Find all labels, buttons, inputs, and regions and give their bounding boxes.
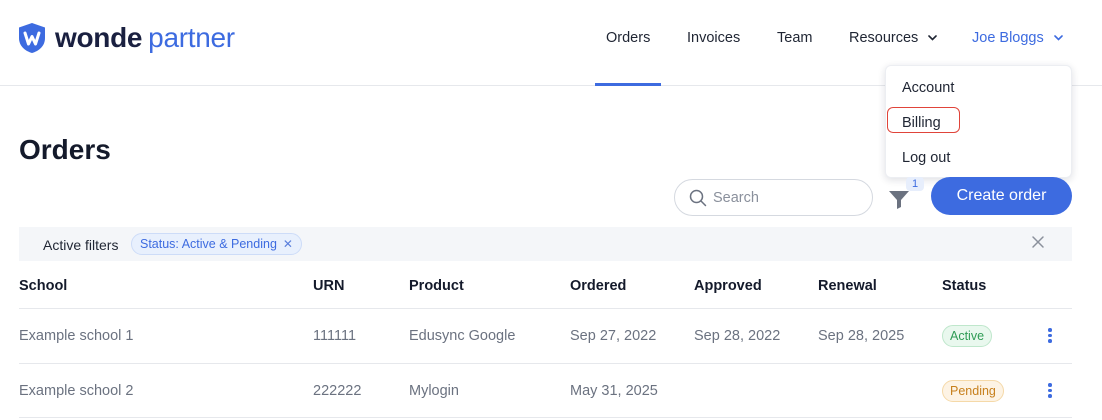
- chevron-down-icon: [928, 35, 938, 41]
- page-title: Orders: [19, 134, 111, 165]
- brand-name: wonde partner: [55, 22, 235, 54]
- column-header-renewal[interactable]: Renewal: [818, 278, 877, 294]
- cell-approved: Sep 28, 2022: [694, 328, 781, 344]
- row-divider: [19, 308, 1072, 309]
- brand-wordmark: wonde: [55, 22, 143, 53]
- status-badge: Active: [942, 325, 993, 347]
- brand-suffix: partner: [148, 22, 235, 53]
- nav-item-resources-label: Resources: [849, 30, 919, 46]
- user-menu[interactable]: Joe Bloggs: [972, 30, 1063, 46]
- search-box[interactable]: [674, 179, 873, 216]
- cell-ordered: May 31, 2025: [570, 383, 658, 399]
- create-order-button[interactable]: Create order: [931, 177, 1072, 215]
- active-filters-bar: Active filters Status: Active & Pending …: [19, 227, 1072, 261]
- nav-item-team[interactable]: Team: [777, 30, 812, 46]
- column-header-ordered[interactable]: Ordered: [570, 278, 626, 294]
- logo[interactable]: wonde partner: [18, 22, 235, 54]
- menu-item-logout[interactable]: Log out: [902, 150, 950, 166]
- row-actions-icon[interactable]: [1046, 328, 1054, 344]
- cell-school: Example school 2: [19, 383, 134, 399]
- cell-product: Mylogin: [409, 383, 459, 399]
- cell-renewal: Sep 28, 2025: [818, 328, 905, 344]
- column-header-urn[interactable]: URN: [313, 278, 344, 294]
- filter-count-badge: 1: [906, 177, 924, 191]
- column-header-approved[interactable]: Approved: [694, 278, 762, 294]
- remove-filter-icon[interactable]: ✕: [283, 234, 293, 254]
- cell-urn: 111111: [313, 328, 357, 344]
- filter-chip-status[interactable]: Status: Active & Pending ✕: [131, 233, 302, 255]
- cell-product: Edusync Google: [409, 328, 516, 344]
- shield-logo-icon: [19, 23, 45, 53]
- search-input[interactable]: [713, 188, 863, 208]
- nav-item-invoices[interactable]: Invoices: [687, 30, 740, 46]
- search-icon: [689, 189, 707, 207]
- filter-chip-label: Status: Active & Pending: [140, 237, 277, 251]
- chevron-down-icon: [1053, 35, 1063, 41]
- menu-item-account[interactable]: Account: [902, 80, 954, 96]
- billing-highlight: [887, 107, 960, 133]
- clear-filters-icon[interactable]: [1031, 235, 1045, 249]
- cell-school: Example school 1: [19, 328, 134, 344]
- nav-item-orders[interactable]: Orders: [606, 30, 650, 46]
- row-divider: [19, 363, 1072, 364]
- column-header-school[interactable]: School: [19, 278, 67, 294]
- column-header-product[interactable]: Product: [409, 278, 464, 294]
- column-header-status[interactable]: Status: [942, 278, 986, 294]
- user-name: Joe Bloggs: [972, 30, 1044, 46]
- cell-ordered: Sep 27, 2022: [570, 328, 657, 344]
- cell-urn: 222222: [313, 383, 362, 399]
- status-badge: Pending: [942, 380, 1004, 402]
- active-tab-indicator: [595, 83, 661, 86]
- active-filters-label: Active filters: [43, 237, 119, 253]
- nav-item-resources[interactable]: Resources: [849, 30, 938, 46]
- row-actions-icon[interactable]: [1046, 383, 1054, 399]
- row-divider: [19, 417, 1072, 418]
